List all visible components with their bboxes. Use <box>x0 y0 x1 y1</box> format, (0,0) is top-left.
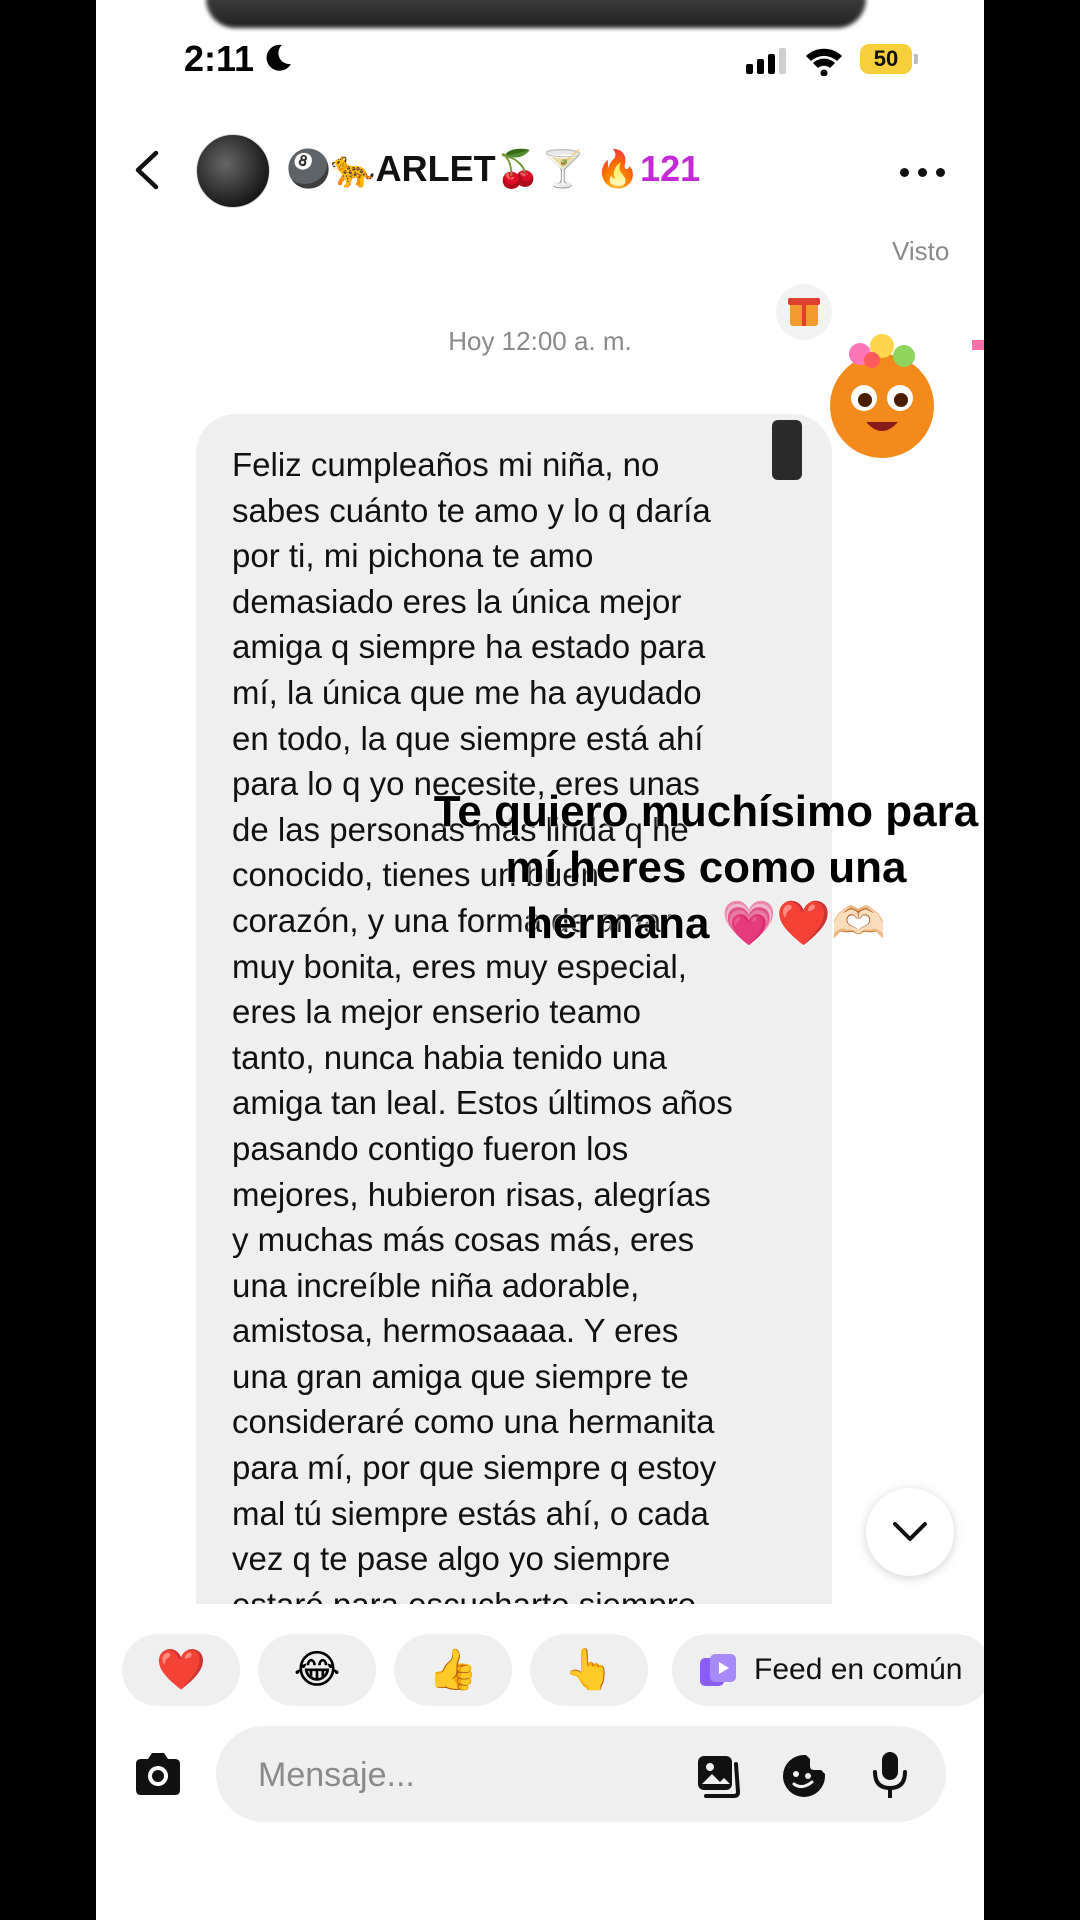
overlay-caption: Te quiero muchísimo para mí heres como u… <box>433 787 979 948</box>
sticker-icon[interactable] <box>780 1752 828 1800</box>
quick-reactions-bar: ❤️ 😂 👍 👆 Feed en común <box>122 1634 984 1706</box>
chat-header: 🎱🐆ARLET🍒🍸 🔥121 <box>96 130 984 210</box>
status-time: 2:11 <box>184 38 255 79</box>
camera-icon[interactable] <box>132 1748 184 1800</box>
shared-feed-label: Feed en común <box>754 1653 963 1686</box>
message-input[interactable] <box>256 1750 680 1800</box>
contact-name: 🎱🐆ARLET🍒🍸 <box>286 148 586 189</box>
shared-feed-button[interactable]: Feed en común <box>672 1634 984 1706</box>
status-bar: 2:11 50 <box>96 38 984 82</box>
reaction-thumbs-up-button[interactable]: 👍 <box>394 1634 512 1706</box>
message-bubble[interactable]: Feliz cumpleaños mi niña, no sabes cuánt… <box>196 414 832 1604</box>
chat-screen: 2:11 50 🎱🐆ARLET🍒🍸 🔥121 Visto Hoy 12:00 a… <box>96 0 984 1920</box>
microphone-icon[interactable] <box>870 1750 910 1800</box>
chevron-down-icon <box>893 1522 927 1541</box>
wifi-icon <box>806 48 842 76</box>
seen-status: Visto <box>892 236 950 266</box>
battery-indicator: 50 <box>860 44 912 74</box>
more-options-icon[interactable] <box>900 168 946 178</box>
shared-feed-icon <box>700 1654 736 1686</box>
gallery-icon[interactable] <box>694 1752 742 1800</box>
battery-tip <box>914 54 918 64</box>
message-composer <box>216 1726 946 1822</box>
back-arrow-icon[interactable] <box>130 150 164 190</box>
dynamic-island <box>206 0 866 28</box>
cellular-signal-icon <box>746 48 786 74</box>
message-text: Feliz cumpleaños mi niña, no sabes cuánt… <box>232 446 733 1604</box>
reaction-heart-button[interactable]: ❤️ <box>122 1634 240 1706</box>
birthday-sticker-icon <box>772 284 984 480</box>
contact-avatar[interactable] <box>196 134 270 208</box>
streak-count: 🔥121 <box>595 148 701 189</box>
moon-icon <box>266 44 291 71</box>
reaction-laugh-button[interactable]: 😂 <box>258 1634 376 1706</box>
reaction-point-up-button[interactable]: 👆 <box>530 1634 648 1706</box>
scroll-to-bottom-button[interactable] <box>866 1488 954 1576</box>
contact-title[interactable]: 🎱🐆ARLET🍒🍸 🔥121 <box>286 148 700 190</box>
